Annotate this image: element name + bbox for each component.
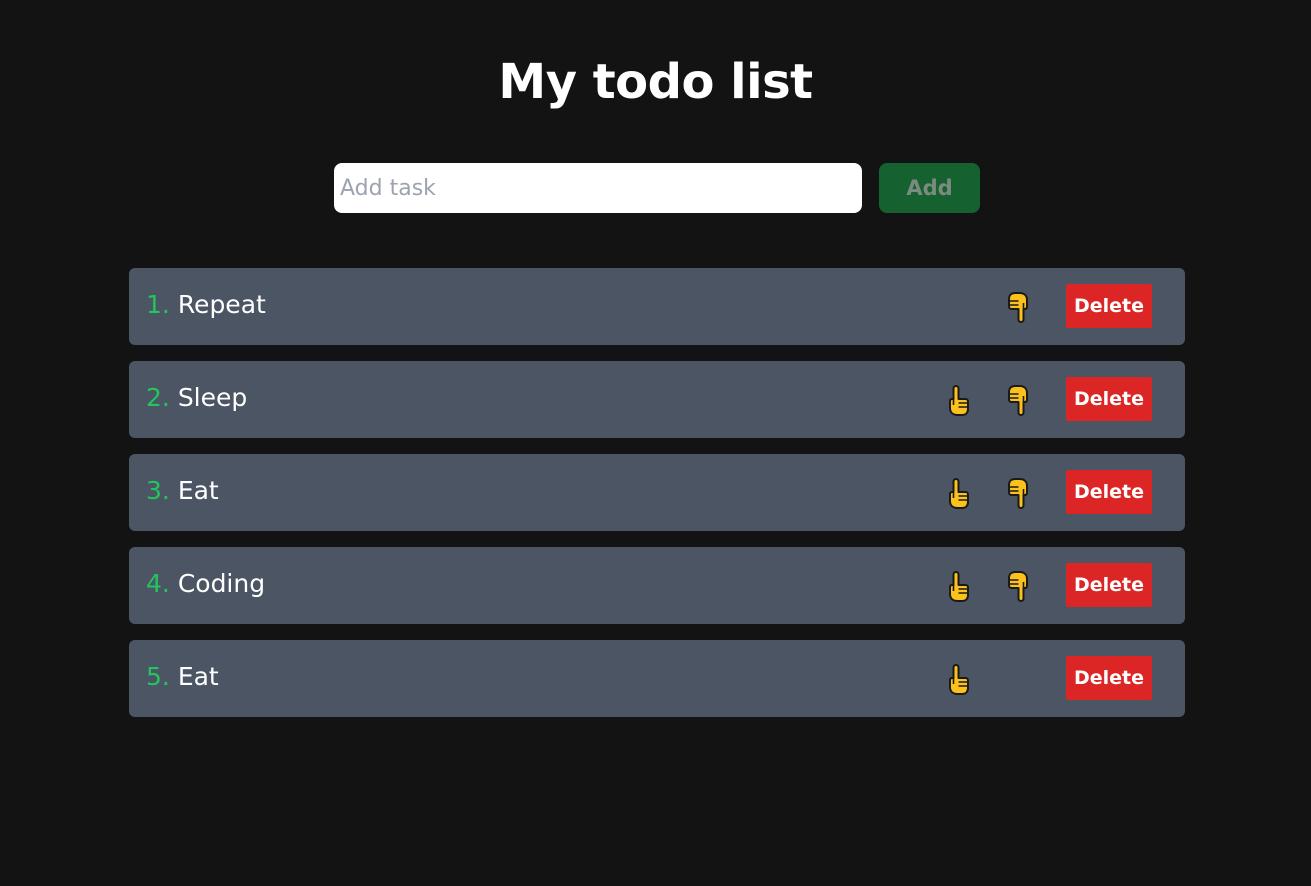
task-number: 5. <box>146 662 170 691</box>
task-item: 1. Repeat Delete <box>129 268 1185 345</box>
move-down-button[interactable] <box>1003 569 1033 603</box>
task-label: Repeat <box>177 290 266 319</box>
add-task-form: Add <box>334 163 980 213</box>
add-button[interactable]: Add <box>879 163 980 213</box>
task-list: 1. Repeat Delete 2. Sleep Delete 3. Eat Delet… <box>129 268 1185 733</box>
pointing-down-hand-icon <box>1008 384 1028 416</box>
move-up-button[interactable] <box>944 476 974 510</box>
pointing-up-hand-icon <box>949 477 969 509</box>
move-down-button[interactable] <box>1003 383 1033 417</box>
task-text: 4. Coding <box>146 547 265 624</box>
task-label: Eat <box>177 662 219 691</box>
pointing-down-hand-icon <box>1008 477 1028 509</box>
add-task-input[interactable] <box>334 163 862 213</box>
move-up-button[interactable] <box>944 569 974 603</box>
task-item: 4. Coding Delete <box>129 547 1185 624</box>
pointing-down-hand-icon <box>1008 291 1028 323</box>
delete-button[interactable]: Delete <box>1066 470 1152 514</box>
pointing-up-hand-icon <box>949 384 969 416</box>
move-down-button[interactable] <box>1003 476 1033 510</box>
task-number: 2. <box>146 383 170 412</box>
task-item: 5. Eat Delete <box>129 640 1185 717</box>
task-text: 1. Repeat <box>146 268 266 345</box>
task-label: Coding <box>177 569 266 598</box>
task-text: 5. Eat <box>146 640 219 717</box>
task-label: Sleep <box>177 383 248 412</box>
pointing-down-hand-icon <box>1008 570 1028 602</box>
task-number: 3. <box>146 476 170 505</box>
task-item: 3. Eat Delete <box>129 454 1185 531</box>
delete-button[interactable]: Delete <box>1066 656 1152 700</box>
todo-app: My todo list Add 1. RepeatDelete2. Sleep… <box>0 0 1311 886</box>
move-up-button[interactable] <box>944 383 974 417</box>
delete-button[interactable]: Delete <box>1066 284 1152 328</box>
move-up-button[interactable] <box>944 662 974 696</box>
task-label: Eat <box>177 476 219 505</box>
task-number: 1. <box>146 290 170 319</box>
pointing-up-hand-icon <box>949 570 969 602</box>
page-title: My todo list <box>498 54 813 110</box>
delete-button[interactable]: Delete <box>1066 377 1152 421</box>
pointing-up-hand-icon <box>949 663 969 695</box>
delete-button[interactable]: Delete <box>1066 563 1152 607</box>
task-text: 2. Sleep <box>146 361 247 438</box>
task-item: 2. Sleep Delete <box>129 361 1185 438</box>
task-text: 3. Eat <box>146 454 219 531</box>
task-number: 4. <box>146 569 170 598</box>
move-down-button[interactable] <box>1003 290 1033 324</box>
